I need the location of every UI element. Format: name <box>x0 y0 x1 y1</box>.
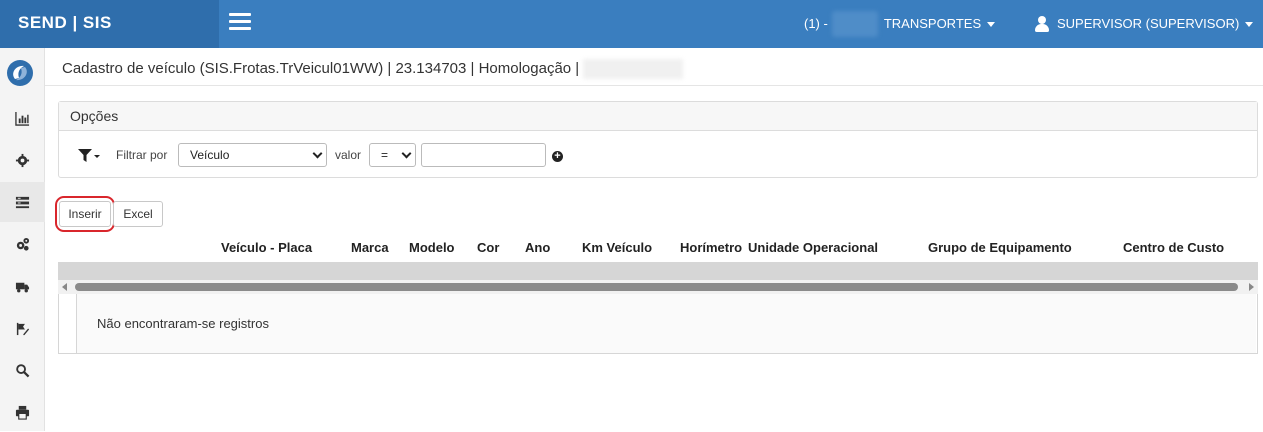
sidebar <box>0 48 45 431</box>
column-header[interactable]: Modelo <box>409 240 455 255</box>
filter-row: Filtrar por Veículo valor = + <box>59 142 1257 168</box>
column-header[interactable]: Unidade Operacional <box>748 240 878 255</box>
sidebar-item-registers[interactable] <box>0 182 45 222</box>
filter-field-value: Veículo <box>190 148 230 162</box>
value-label: valor <box>335 148 362 162</box>
flag-edit-icon <box>16 322 30 335</box>
sidebar-item-settings[interactable] <box>0 140 45 180</box>
table-filter-row <box>58 262 1258 280</box>
column-header[interactable]: Veículo - Placa <box>221 240 312 255</box>
user-menu[interactable]: SUPERVISOR (SUPERVISOR) <box>1035 0 1254 48</box>
brand-logo[interactable]: SEND | SIS <box>0 0 219 48</box>
bar-chart-icon <box>15 111 30 126</box>
truck-icon <box>15 282 30 292</box>
excel-button[interactable]: Excel <box>113 201 163 227</box>
options-heading[interactable]: Opções <box>59 102 1257 131</box>
chevron-down-icon <box>401 148 412 159</box>
horizontal-scrollbar[interactable] <box>58 280 1258 294</box>
chevron-down-icon <box>312 148 323 159</box>
user-name: SUPERVISOR (SUPERVISOR) <box>1057 16 1240 31</box>
environment-redacted <box>583 59 684 79</box>
company-name: TRANSPORTES <box>883 16 982 31</box>
filter-icon[interactable] <box>77 147 101 165</box>
column-header[interactable]: Horímetro <box>680 240 742 255</box>
scrollbar-thumb[interactable] <box>75 283 1238 291</box>
table-header: Veículo - Placa Marca Modelo Cor Ano Km … <box>58 233 1258 262</box>
empty-message: Não encontraram-se registros <box>97 316 269 331</box>
sidebar-item-fleet[interactable] <box>0 266 45 306</box>
operator-value: = <box>381 148 389 162</box>
company-code-redacted <box>831 11 878 37</box>
filter-by-label: Filtrar por <box>116 148 168 162</box>
caret-down-icon <box>1245 21 1254 27</box>
divider <box>45 85 1263 86</box>
insert-button[interactable]: Inserir <box>59 201 111 227</box>
column-header[interactable]: Grupo de Equipamento <box>928 240 1072 255</box>
column-header[interactable]: Cor <box>477 240 499 255</box>
list-icon <box>15 196 30 208</box>
operator-select[interactable]: = <box>369 143 416 167</box>
gears-icon <box>16 237 30 251</box>
column-header[interactable]: Centro de Custo <box>1123 240 1224 255</box>
top-bar: SEND | SIS (1) - TRANSPORTES SUPERVISOR … <box>0 0 1263 48</box>
empty-row: Não encontraram-se registros <box>76 294 1256 353</box>
page-title-text: Cadastro de veículo (SIS.Frotas.TrVeicul… <box>62 59 580 77</box>
options-panel: Opções Filtrar por Veículo valor = + <box>58 101 1258 178</box>
filter-value-input[interactable] <box>421 143 546 167</box>
sidebar-item-search[interactable] <box>0 350 45 390</box>
company-selector[interactable]: (1) - TRANSPORTES <box>804 0 996 48</box>
add-filter-icon[interactable]: + <box>552 151 563 162</box>
filter-field-select[interactable]: Veículo <box>178 143 327 167</box>
scroll-right-icon[interactable] <box>1249 283 1254 291</box>
sidebar-item-charts[interactable] <box>0 98 45 138</box>
app-logo-icon[interactable] <box>6 59 34 87</box>
page-title: Cadastro de veículo (SIS.Frotas.TrVeicul… <box>62 59 684 79</box>
menu-toggle-icon[interactable] <box>229 13 251 31</box>
company-prefix: (1) - <box>804 16 828 31</box>
gear-icon <box>15 153 30 167</box>
caret-down-icon <box>987 21 996 27</box>
sidebar-item-print[interactable] <box>0 392 45 432</box>
column-header[interactable]: Km Veículo <box>582 240 652 255</box>
sidebar-item-processes[interactable] <box>0 308 45 348</box>
column-header[interactable]: Ano <box>525 240 550 255</box>
search-icon <box>16 363 30 377</box>
print-icon <box>15 405 30 420</box>
table-body: Não encontraram-se registros <box>58 294 1258 354</box>
user-icon <box>1035 16 1049 32</box>
scroll-left-icon[interactable] <box>62 283 67 291</box>
sidebar-item-config[interactable] <box>0 224 45 264</box>
column-header[interactable]: Marca <box>351 240 389 255</box>
